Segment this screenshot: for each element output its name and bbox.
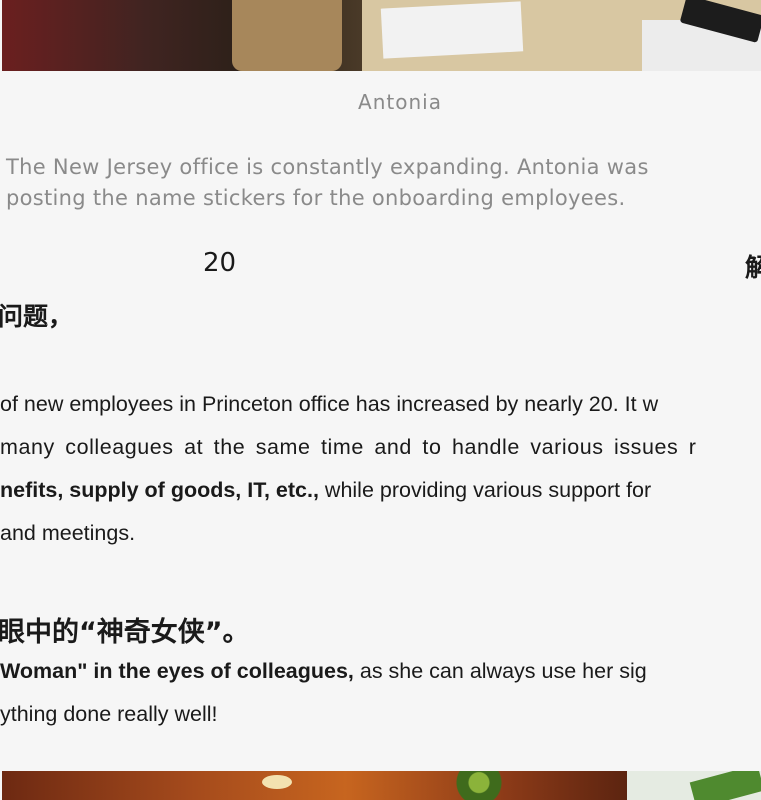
photo-wall xyxy=(2,771,627,800)
caption-desc-line1: The New Jersey office is constantly expa… xyxy=(6,155,649,179)
para1-line2: many colleagues at the same time and to … xyxy=(0,426,761,469)
para2-line2: ything done really well! xyxy=(0,702,218,726)
caption-desc-line2: posting the name stickers for the onboar… xyxy=(6,186,626,210)
cn-right-char: 解 xyxy=(745,253,761,282)
bottom-photo xyxy=(2,771,761,800)
caption-name: Antonia xyxy=(358,90,442,114)
para2-line1-rest: as she can always use her sig xyxy=(353,659,647,683)
para1-line3: nefits, supply of goods, IT, etc., while… xyxy=(0,469,761,512)
top-photo xyxy=(2,0,761,71)
cn-question-line: 问题， xyxy=(0,302,74,331)
cn-number: 20 xyxy=(203,248,237,278)
photo-plant xyxy=(447,771,527,800)
cn-hero-line: 眼中的“神奇女侠”。 xyxy=(0,617,250,648)
para1-line3-bold: nefits, supply of goods, IT, etc., xyxy=(0,478,319,502)
photo-paper xyxy=(380,1,524,59)
para1-line3-rest: while providing various support for xyxy=(318,478,652,502)
caption-description: The New Jersey office is constantly expa… xyxy=(6,152,726,214)
paragraph-2: Woman" in the eyes of colleagues, as she… xyxy=(0,650,761,736)
para2-line1: Woman" in the eyes of colleagues, as she… xyxy=(0,650,761,693)
photo-light xyxy=(262,775,292,789)
photo-leg xyxy=(232,0,342,71)
para2-line1-bold: Woman" in the eyes of colleagues, xyxy=(0,659,354,683)
para1-line1: of new employees in Princeton office has… xyxy=(0,392,659,416)
para1-line2-text: many colleagues at the same time and to … xyxy=(0,435,697,459)
paragraph-1: of new employees in Princeton office has… xyxy=(0,383,761,555)
para1-line4: and meetings. xyxy=(0,521,136,545)
